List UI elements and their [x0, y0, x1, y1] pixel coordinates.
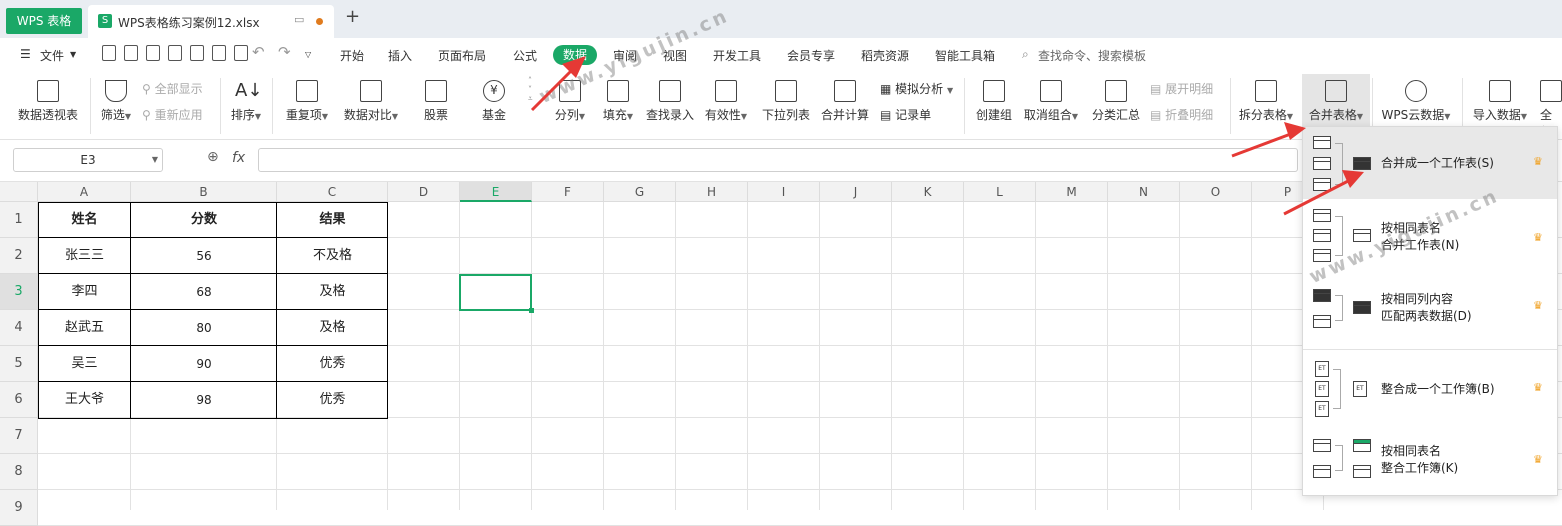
- arrowhead: [1342, 170, 1364, 188]
- arrow-to-merge-table: [1231, 130, 1297, 158]
- arrow-to-merge-sheet: [1283, 176, 1355, 216]
- arrowhead: [1284, 122, 1306, 140]
- annotation-arrows: [530, 56, 1364, 216]
